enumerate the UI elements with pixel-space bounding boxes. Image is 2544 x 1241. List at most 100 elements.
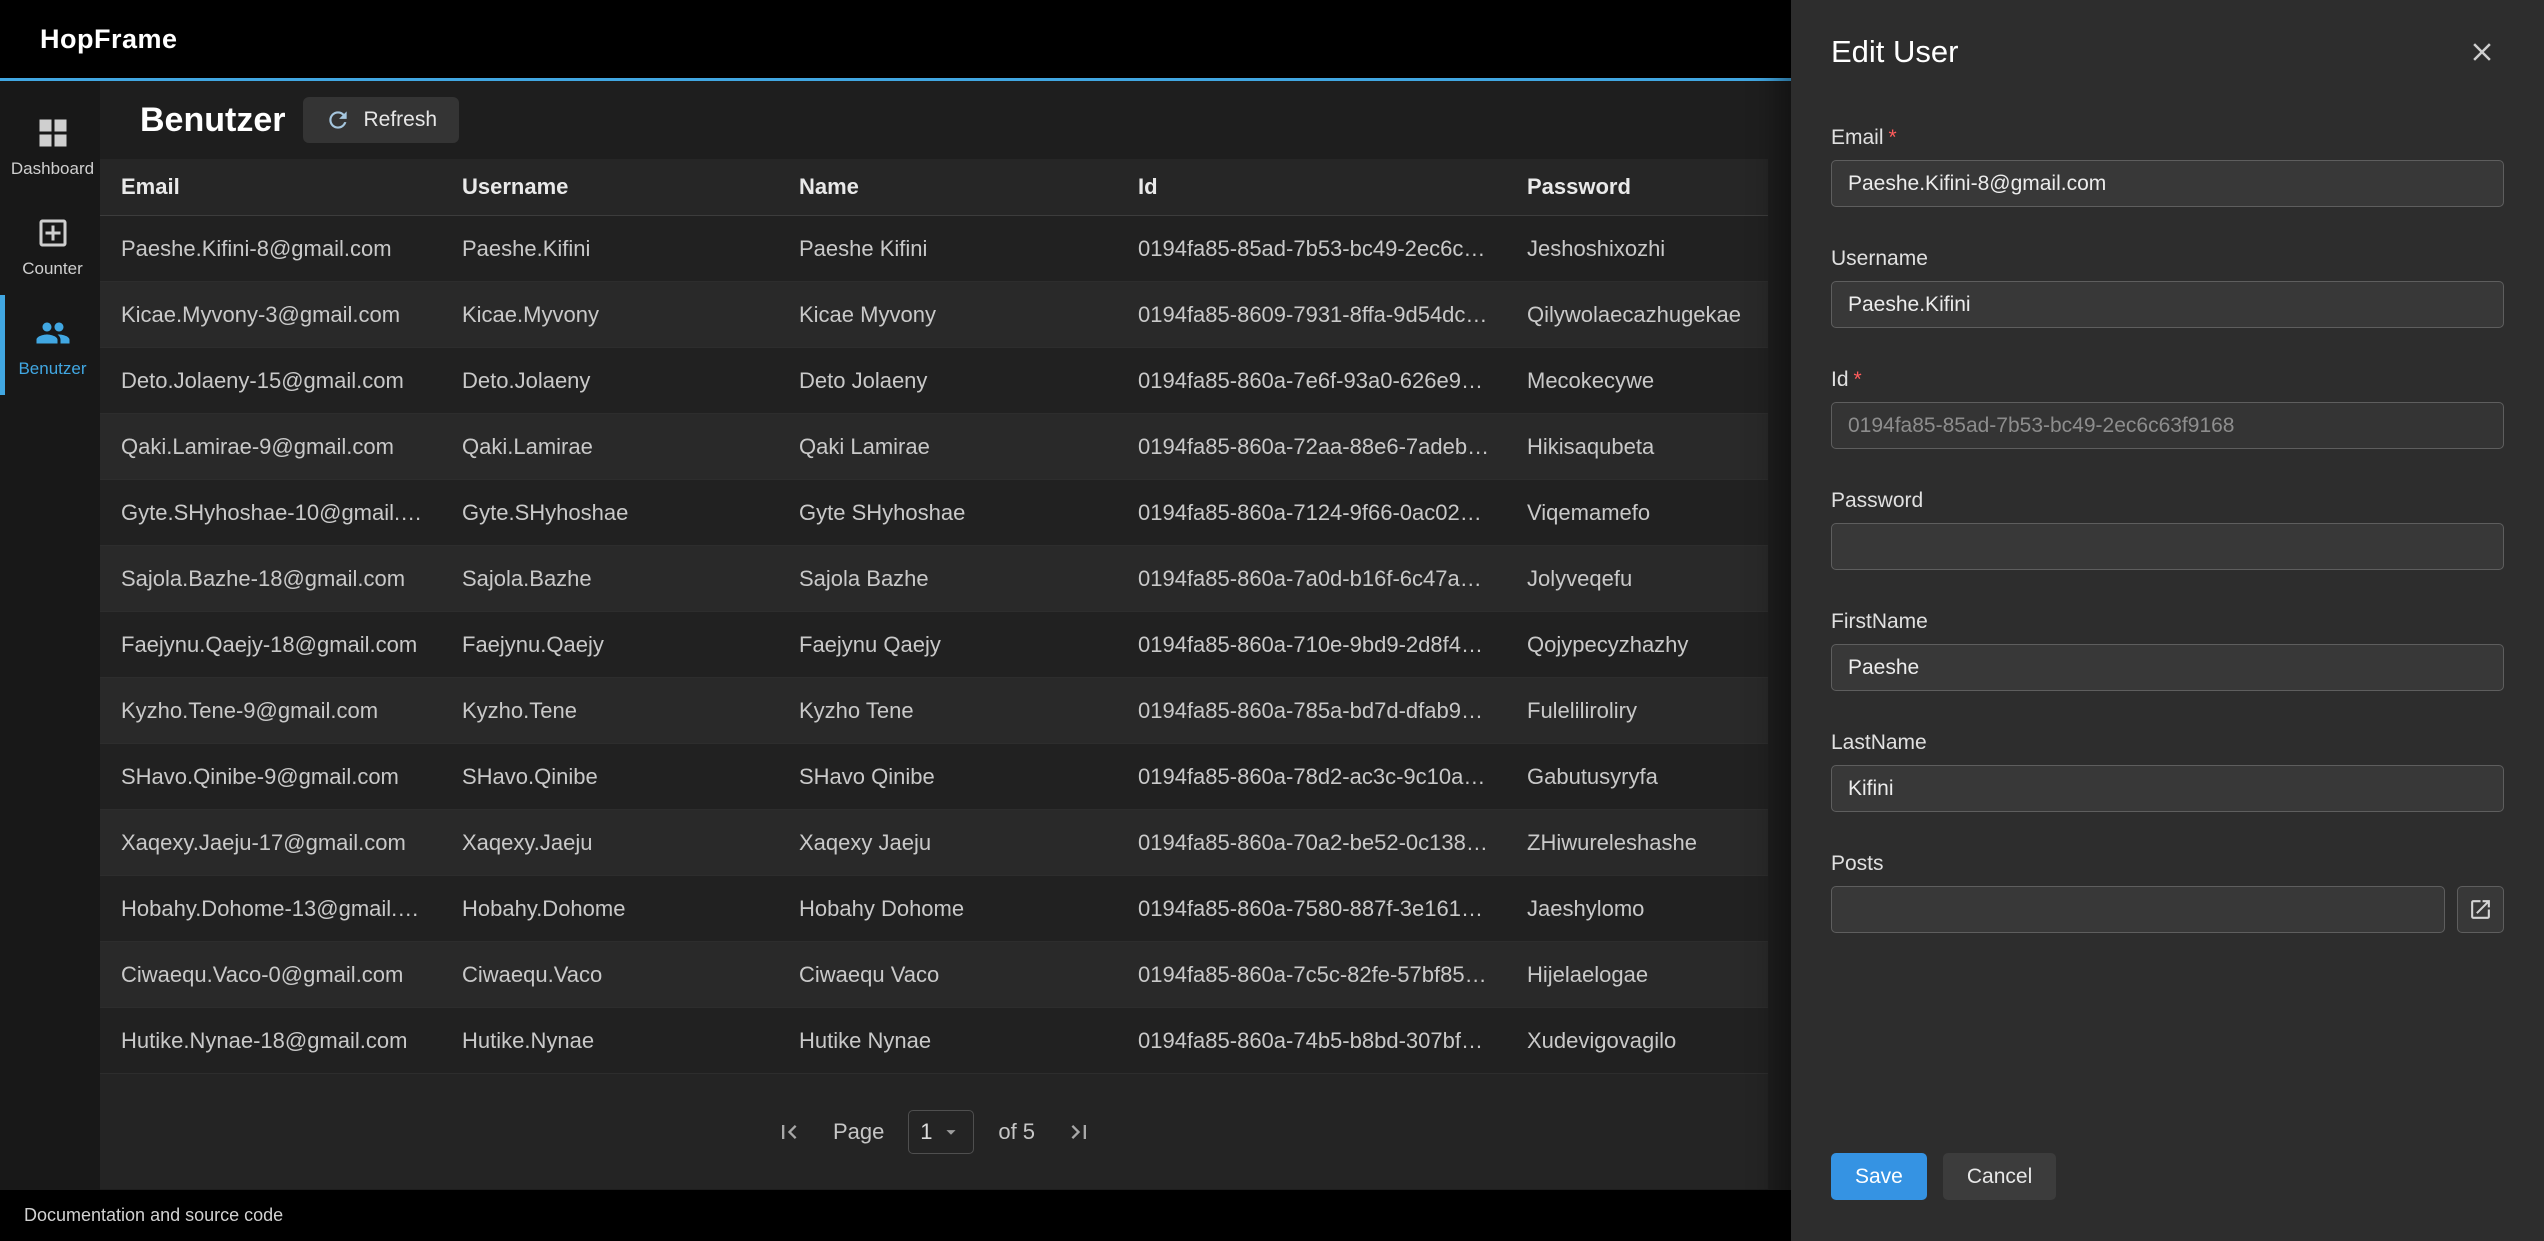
drawer-title: Edit User	[1831, 34, 1958, 70]
cell-id: 0194fa85-860a-74b5-b8bd-307bf7ea…	[1117, 1028, 1506, 1054]
cell-email: Deto.Jolaeny-15@gmail.com	[100, 368, 441, 394]
cell-username: Kicae.Myvony	[441, 302, 778, 328]
cell-email: SHavo.Qinibe-9@gmail.com	[100, 764, 441, 790]
table-row[interactable]: Gyte.SHyhoshae-10@gmail.comGyte.SHyhosha…	[100, 480, 1768, 546]
username-input[interactable]	[1831, 281, 2504, 328]
open-in-new-icon[interactable]	[2457, 886, 2504, 933]
sidebar-item-counter[interactable]: Counter	[0, 195, 100, 295]
left-region: HopFrame Dashboard Counter Benutzer Benutz…	[0, 0, 1791, 1241]
app-bar: HopFrame	[0, 0, 1791, 78]
lastname-input[interactable]	[1831, 765, 2504, 812]
cell-id: 0194fa85-860a-78d2-ac3c-9c10ace6…	[1117, 764, 1506, 790]
table-row[interactable]: Xaqexy.Jaeju-17@gmail.comXaqexy.JaejuXaq…	[100, 810, 1768, 876]
table-row[interactable]: Hobahy.Dohome-13@gmail.comHobahy.DohomeH…	[100, 876, 1768, 942]
required-asterisk: *	[1889, 126, 1897, 149]
table-row[interactable]: Paeshe.Kifini-8@gmail.comPaeshe.KifiniPa…	[100, 216, 1768, 282]
field-firstname: FirstName	[1831, 610, 2504, 691]
refresh-button[interactable]: Refresh	[303, 97, 459, 143]
sidebar-item-label: Benutzer	[18, 359, 86, 379]
cell-name: SHavo Qinibe	[778, 764, 1117, 790]
cell-password: ZHiwureleshashe	[1506, 830, 1768, 856]
cell-password: Hikisaqubeta	[1506, 434, 1768, 460]
cell-name: Kicae Myvony	[778, 302, 1117, 328]
cell-email: Paeshe.Kifini-8@gmail.com	[100, 236, 441, 262]
sidebar-item-label: Counter	[22, 259, 82, 279]
table-row[interactable]: Deto.Jolaeny-15@gmail.comDeto.JolaenyDet…	[100, 348, 1768, 414]
table-row[interactable]: Sajola.Bazhe-18@gmail.comSajola.BazheSaj…	[100, 546, 1768, 612]
cell-username: Xaqexy.Jaeju	[441, 830, 778, 856]
column-header: Id	[1117, 174, 1506, 200]
page-select[interactable]: 1	[908, 1110, 974, 1154]
cell-id: 0194fa85-860a-785a-bd7d-dfab9a3f…	[1117, 698, 1506, 724]
field-username: Username	[1831, 247, 2504, 328]
refresh-label: Refresh	[363, 108, 437, 132]
cell-name: Kyzho Tene	[778, 698, 1117, 724]
column-header: Password	[1506, 174, 1768, 200]
cell-password: Mecokecywe	[1506, 368, 1768, 394]
column-header: Username	[441, 174, 778, 200]
cell-name: Hutike Nynae	[778, 1028, 1117, 1054]
cell-password: Viqemamefo	[1506, 500, 1768, 526]
field-id: Id*	[1831, 368, 2504, 449]
table-row[interactable]: Hutike.Nynae-18@gmail.comHutike.NynaeHut…	[100, 1008, 1768, 1074]
cancel-button[interactable]: Cancel	[1943, 1153, 2056, 1200]
table-body: Paeshe.Kifini-8@gmail.comPaeshe.KifiniPa…	[100, 216, 1768, 1074]
sidebar-item-benutzer[interactable]: Benutzer	[0, 295, 100, 395]
cell-id: 0194fa85-860a-7124-9f66-0ac02d68…	[1117, 500, 1506, 526]
table-row[interactable]: Kicae.Myvony-3@gmail.comKicae.MyvonyKica…	[100, 282, 1768, 348]
sidebar-item-dashboard[interactable]: Dashboard	[0, 95, 100, 195]
cell-email: Faejynu.Qaejy-18@gmail.com	[100, 632, 441, 658]
field-label: Password	[1831, 489, 2504, 513]
field-posts: Posts	[1831, 852, 2504, 933]
field-email: Email*	[1831, 126, 2504, 207]
page-count-label: of 5	[998, 1119, 1035, 1145]
cell-id: 0194fa85-860a-710e-9bd9-2d8f4718…	[1117, 632, 1506, 658]
footer: Documentation and source code	[0, 1190, 1791, 1241]
cell-id: 0194fa85-85ad-7b53-bc49-2ec6c63f…	[1117, 236, 1506, 262]
sidebar-item-label: Dashboard	[11, 159, 94, 179]
drawer-header: Edit User	[1831, 30, 2504, 74]
firstname-input[interactable]	[1831, 644, 2504, 691]
table-row[interactable]: Qaki.Lamirae-9@gmail.comQaki.LamiraeQaki…	[100, 414, 1768, 480]
field-label: LastName	[1831, 731, 2504, 755]
cell-username: Qaki.Lamirae	[441, 434, 778, 460]
password-input[interactable]	[1831, 523, 2504, 570]
drawer-actions: Save Cancel	[1831, 1153, 2504, 1200]
cell-password: Gabutusyryfa	[1506, 764, 1768, 790]
cell-username: Faejynu.Qaejy	[441, 632, 778, 658]
cell-password: Hijelaelogae	[1506, 962, 1768, 988]
cell-name: Hobahy Dohome	[778, 896, 1117, 922]
cell-username: Kyzho.Tene	[441, 698, 778, 724]
table-row[interactable]: SHavo.Qinibe-9@gmail.comSHavo.QinibeSHav…	[100, 744, 1768, 810]
table-header-row: EmailUsernameNameIdPassword	[100, 159, 1768, 216]
posts-input[interactable]	[1831, 886, 2445, 933]
chevron-down-icon	[940, 1121, 962, 1143]
docs-link[interactable]: Documentation and source code	[24, 1205, 283, 1226]
table-row[interactable]: Kyzho.Tene-9@gmail.comKyzho.TeneKyzho Te…	[100, 678, 1768, 744]
page-title: Benutzer	[140, 101, 285, 140]
first-page-icon[interactable]	[769, 1112, 809, 1152]
page-label: Page	[833, 1119, 884, 1145]
cell-password: Jaeshylomo	[1506, 896, 1768, 922]
cell-name: Gyte SHyhoshae	[778, 500, 1117, 526]
cell-username: Deto.Jolaeny	[441, 368, 778, 394]
cell-password: Qojypecyzhazhy	[1506, 632, 1768, 658]
last-page-icon[interactable]	[1059, 1112, 1099, 1152]
app-title: HopFrame	[40, 24, 178, 55]
cell-email: Xaqexy.Jaeju-17@gmail.com	[100, 830, 441, 856]
close-icon[interactable]	[2460, 30, 2504, 74]
field-label: FirstName	[1831, 610, 2504, 634]
table-pagination: Page 1 of 5	[100, 1074, 1768, 1189]
table-row[interactable]: Ciwaequ.Vaco-0@gmail.comCiwaequ.VacoCiwa…	[100, 942, 1768, 1008]
posts-input-row	[1831, 886, 2504, 933]
cell-id: 0194fa85-860a-7a0d-b16f-6c47a9ae…	[1117, 566, 1506, 592]
cell-name: Paeshe Kifini	[778, 236, 1117, 262]
users-table: EmailUsernameNameIdPassword Paeshe.Kifin…	[100, 159, 1768, 1189]
id-input	[1831, 402, 2504, 449]
table-row[interactable]: Faejynu.Qaejy-18@gmail.comFaejynu.QaejyF…	[100, 612, 1768, 678]
cell-id: 0194fa85-8609-7931-8ffa-9d54dc69…	[1117, 302, 1506, 328]
cell-id: 0194fa85-860a-7c5c-82fe-57bf8583…	[1117, 962, 1506, 988]
email-input[interactable]	[1831, 160, 2504, 207]
save-button[interactable]: Save	[1831, 1153, 1927, 1200]
grid-icon	[35, 115, 71, 151]
